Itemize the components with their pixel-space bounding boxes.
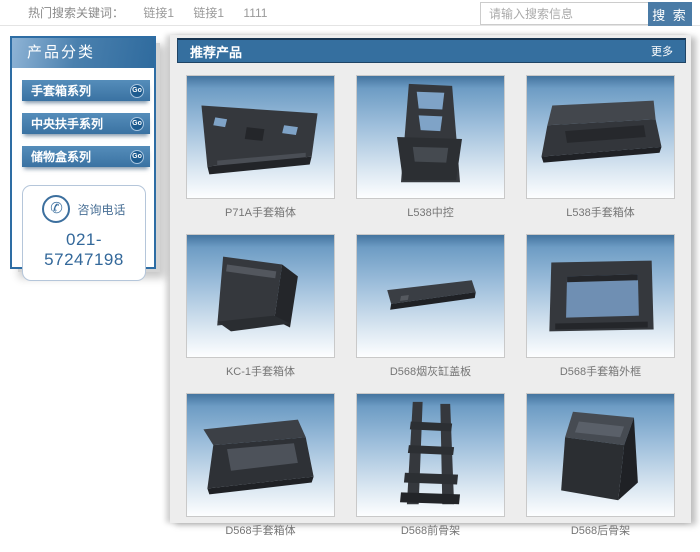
front-skeleton-illustration [357, 394, 504, 516]
product-photo-wrap: D568烟灰缸盖板 [356, 234, 505, 393]
product-name[interactable]: D568烟灰缸盖板 [356, 363, 505, 379]
top-bar: 热门搜索关键词： 链接1 链接1 1111 搜 索 [0, 0, 700, 26]
product-name[interactable]: D568后骨架 [526, 522, 675, 538]
hot-link-2[interactable]: 链接1 [193, 6, 224, 20]
glovebox-panel-illustration [187, 76, 334, 198]
product-name[interactable]: KC-1手套箱体 [186, 363, 335, 379]
hot-search-keywords: 热门搜索关键词： 链接1 链接1 1111 [28, 0, 267, 26]
hotline-box: ✆ 咨询电话 021-57247198 [22, 185, 146, 281]
sidebar-item-storagebox-series[interactable]: 储物盒系列 Go [22, 146, 150, 167]
recommended-products-header: 推荐产品 更多 [177, 38, 686, 63]
sidebar-item-glovebox-series[interactable]: 手套箱系列 Go [22, 80, 150, 101]
product-card: D568手套箱外框 [526, 234, 675, 393]
go-icon: Go [130, 84, 144, 98]
sidebar-item-label: 中央扶手系列 [31, 115, 103, 132]
product-name[interactable]: D568前骨架 [356, 522, 505, 538]
go-icon: Go [130, 150, 144, 164]
product-name[interactable]: P71A手套箱体 [186, 204, 335, 220]
product-card: P71A手套箱体 [186, 75, 335, 234]
product-photo[interactable] [526, 393, 675, 517]
panel-title: 推荐产品 [190, 42, 242, 61]
glovebox-body-illustration [187, 235, 334, 357]
product-card: D568后骨架 [526, 393, 675, 552]
product-card: D568手套箱体 [186, 393, 335, 552]
rear-skeleton-illustration [527, 394, 674, 516]
product-card: KC-1手套箱体 [186, 234, 335, 393]
sidebar-item-armrest-series[interactable]: 中央扶手系列 Go [22, 113, 150, 134]
product-name[interactable]: D568手套箱体 [186, 522, 335, 538]
product-photo[interactable] [526, 234, 675, 358]
search-input[interactable] [480, 2, 648, 25]
search-button[interactable]: 搜 索 [648, 2, 692, 26]
product-category-sidebar: 产品分类 手套箱系列 Go 中央扶手系列 Go 储物盒系列 Go ✆ 咨询电话 … [10, 36, 156, 269]
product-grid: P71A手套箱体 L538中控 [170, 63, 691, 552]
center-console-illustration [357, 76, 504, 198]
recommended-products-panel: 推荐产品 更多 P71A手套箱体 [170, 35, 691, 523]
glovebox-tray-illustration [527, 76, 674, 198]
hot-link-3[interactable]: 1111 [243, 6, 267, 20]
glovebox-frame-illustration [527, 235, 674, 357]
product-photo[interactable] [356, 75, 505, 199]
hotline-label: 咨询电话 [77, 201, 125, 218]
hot-link-1[interactable]: 链接1 [143, 6, 174, 20]
product-photo[interactable] [526, 75, 675, 199]
hot-search-label: 热门搜索关键词： [28, 6, 124, 20]
ashtray-lid-illustration [357, 235, 504, 357]
sidebar-title: 产品分类 [12, 38, 154, 68]
product-card: L538手套箱体 [526, 75, 675, 234]
product-name[interactable]: L538中控 [356, 204, 505, 220]
glovebox-open-box-illustration [187, 394, 334, 516]
more-link[interactable]: 更多 [651, 43, 673, 59]
search-bar: 搜 索 [480, 2, 692, 26]
product-name[interactable]: D568手套箱外框 [526, 363, 675, 379]
product-photo[interactable] [186, 75, 335, 199]
product-name[interactable]: L538手套箱体 [526, 204, 675, 220]
phone-icon: ✆ [42, 195, 70, 223]
product-photo[interactable] [356, 234, 505, 358]
hotline-number: 021-57247198 [27, 230, 141, 270]
product-photo[interactable] [356, 393, 505, 517]
sidebar-item-label: 储物盒系列 [31, 148, 91, 165]
go-icon: Go [130, 117, 144, 131]
product-card: L538中控 [356, 75, 505, 234]
product-card: D568前骨架 [356, 393, 505, 552]
product-photo[interactable] [186, 234, 335, 358]
product-photo[interactable] [186, 393, 335, 517]
sidebar-item-label: 手套箱系列 [31, 82, 91, 99]
